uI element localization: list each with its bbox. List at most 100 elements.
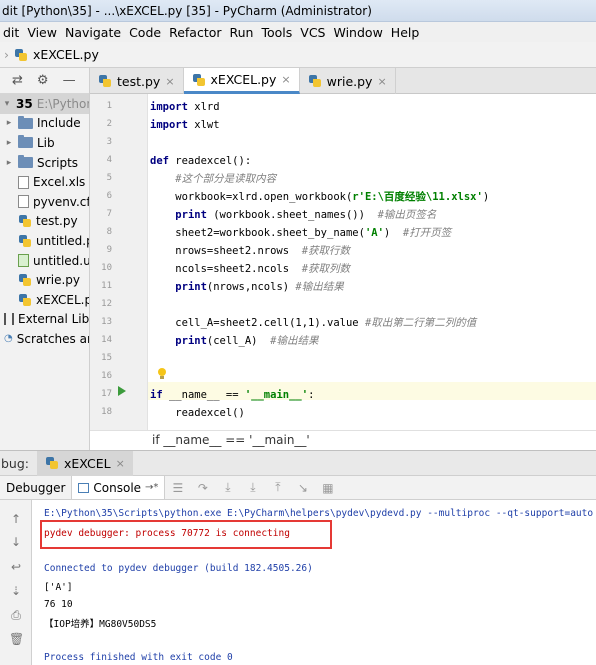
tree-item-pyvenv[interactable]: pyvenv.cfg [0,192,89,212]
editor-gutter[interactable]: 1 2 3 4 5 6 7 8 9 10 11 12 13 14 15 16 17 18 [90,94,148,430]
collapsed-arrow-icon[interactable]: ▸ [4,158,14,168]
tree-item-scripts[interactable]: ▸ Scripts [0,153,89,173]
collapse-icon[interactable]: ⇄ [12,73,23,88]
tab-debugger[interactable]: Debugger [0,476,73,499]
menu-refactor[interactable]: Refactor [166,25,226,40]
code-editor[interactable]: 1 2 3 4 5 6 7 8 9 10 11 12 13 14 15 16 17 18 import xlrd i… [90,94,596,430]
gear-icon[interactable]: ⚙ [37,73,49,88]
code-line[interactable]: def readexcel(): [150,152,251,170]
arrow-down-icon[interactable]: ↓ [9,535,23,549]
arrow-up-icon[interactable]: ↑ [9,512,23,526]
code-line[interactable]: readexcel() [150,404,245,422]
debug-session-tab[interactable]: xEXCEL × [37,450,133,476]
line-number: 9 [106,245,112,255]
code-line[interactable]: nrows=sheet2.nrows #获取行数 [150,242,350,260]
tree-item-test-py[interactable]: test.py [0,212,89,232]
expand-arrow-icon[interactable]: ▾ [2,99,12,109]
line-number: 11 [101,281,112,291]
tree-item-include[interactable]: ▸ Include [0,114,89,134]
menu-run[interactable]: Run [227,25,259,40]
line-number: 16 [101,371,112,381]
tab-debugger-label: Debugger [6,480,66,495]
code-line[interactable]: if __name__ == '__main__': [150,386,314,404]
code-line[interactable]: #这个部分是读取内容 [150,170,276,188]
tree-item-label: Scripts [37,155,79,170]
menu-edit[interactable]: dit [0,25,24,40]
nav-breadcrumb[interactable]: › xEXCEL.py [0,47,99,62]
lightbulb-icon[interactable] [157,368,167,380]
code-line[interactable]: print (workbook.sheet_names()) #输出页签名 [150,206,436,224]
library-icon [4,313,14,326]
navigation-bar: › xEXCEL.py [0,42,596,68]
project-root[interactable]: ▾ 35 E:\PythonV [0,94,89,114]
python-file-icon [98,74,112,88]
tab-console[interactable]: Console →* [72,476,166,499]
menu-navigate[interactable]: Navigate [62,25,126,40]
menu-window[interactable]: Window [331,25,388,40]
code-line[interactable]: cell_A=sheet2.cell(1,1).value #取出第二行第二列的… [150,314,476,332]
close-icon[interactable]: × [116,457,125,470]
line-number: 12 [101,299,112,309]
project-root-path: E:\PythonV [36,96,89,111]
menu-help[interactable]: Help [388,25,425,40]
tree-item-excel-xls[interactable]: Excel.xls [0,172,89,192]
hide-icon[interactable]: — [63,73,76,88]
evaluate-icon[interactable]: ▦ [315,481,340,495]
tree-item-external-libraries[interactable]: External Libra [0,310,89,330]
tree-item-xexcel-py[interactable]: xEXCEL.py [0,290,89,310]
menu-lines-icon[interactable]: ☰ [165,481,190,495]
code-line[interactable]: ncols=sheet2.ncols #获取列数 [150,260,350,278]
code-line[interactable]: import xlwt [150,116,220,134]
tree-item-label: Lib [37,135,55,150]
tab-xexcel-py[interactable]: xEXCEL.py × [183,68,300,94]
code-line[interactable]: sheet2=workbook.sheet_by_name('A') #打开页签 [150,224,451,242]
console-icon [78,482,90,493]
tree-item-label: test.py [36,214,78,229]
collapsed-arrow-icon[interactable]: ▸ [4,118,14,128]
tab-test-py[interactable]: test.py × [90,68,184,94]
nav-file-label: xEXCEL.py [33,47,99,62]
console-output[interactable]: E:\Python\35\Scripts\python.exe E:\PyCha… [32,500,596,665]
collapsed-arrow-icon[interactable]: ▸ [4,138,14,148]
menu-vcs[interactable]: VCS [297,25,330,40]
code-line[interactable]: import xlrd [150,98,220,116]
code-line[interactable]: print(nrows,ncols) #输出结果 [150,278,343,296]
step-out-icon[interactable]: ⤒ [265,480,290,495]
python-file-icon [45,456,59,470]
python-file-icon [18,214,32,228]
line-number: 2 [106,119,112,129]
tree-item-lib[interactable]: ▸ Lib [0,133,89,153]
tree-item-scratches[interactable]: ◔ Scratches and [0,329,89,349]
close-icon[interactable]: × [165,75,174,88]
tab-label: xEXCEL.py [210,72,277,87]
step-into-my-code-icon[interactable]: ⤓ [240,480,265,495]
project-tool-window: ⇄ ⚙ — ▾ 35 E:\PythonV ▸ Include ▸ Lib ▸ … [0,68,90,450]
pin-arrow-icon[interactable]: →* [145,482,158,493]
editor-breadcrumb[interactable]: if __name__ == '__main__' [90,430,596,450]
step-into-icon[interactable]: ⤓ [215,480,240,495]
code-line[interactable]: print(cell_A) #输出结果 [150,332,318,350]
tree-item-wrie-py[interactable]: wrie.py [0,270,89,290]
console-line-rows-cols: 76 10 [44,599,73,610]
menu-tools[interactable]: Tools [258,25,297,40]
print-icon[interactable]: ⎙ [9,608,23,623]
close-icon[interactable]: × [281,73,290,86]
scroll-to-end-icon[interactable]: ⇣ [9,584,23,598]
trash-icon[interactable]: 🗑 [9,632,24,646]
soft-wrap-icon[interactable]: ↩ [9,560,23,574]
tree-item-untitled-py[interactable]: untitled.py [0,231,89,251]
menu-view[interactable]: View [24,25,62,40]
tree-item-untitled-ui[interactable]: untitled.ui [0,251,89,271]
console-action-strip: ↑ ↓ ↩ ⇣ ⎙ 🗑 [0,500,32,665]
code-line[interactable]: workbook=xlrd.open_workbook(r'E:\百度经验\11… [150,188,489,206]
tree-item-label: Include [37,116,81,131]
step-over-icon[interactable]: ↷ [190,481,215,495]
tab-label: wrie.py [326,73,373,89]
python-file-icon [18,293,32,307]
close-icon[interactable]: × [377,75,386,88]
run-to-cursor-icon[interactable]: ↘ [290,481,315,495]
tab-wrie-py[interactable]: wrie.py × [300,68,396,94]
line-number: 10 [101,263,112,273]
run-arrow-icon[interactable] [118,386,126,396]
menu-code[interactable]: Code [126,25,166,40]
